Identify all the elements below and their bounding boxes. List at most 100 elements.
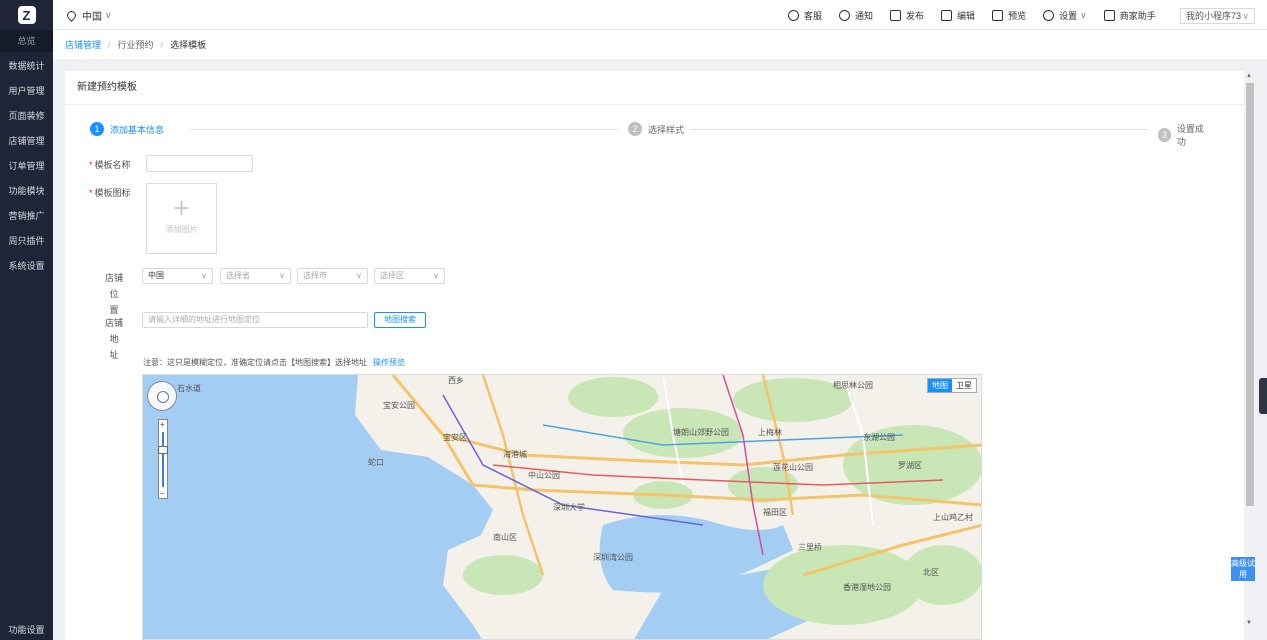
sidebar-item-plugins[interactable]: 周只插件 [0, 229, 53, 254]
svg-text:海港城: 海港城 [503, 449, 527, 459]
svg-text:宝安区: 宝安区 [443, 432, 467, 442]
sidebar-item-system[interactable]: 系统设置 [0, 254, 53, 279]
address-input[interactable]: 请输入详细的地址进行地图定位 [142, 312, 368, 328]
chevron-down-icon: ∨ [1080, 9, 1087, 20]
map-view[interactable]: 西乡 石水道 宝安公园 宝安区 海港城 中山公园 深圳大学 深圳湾公园 南山区 … [142, 374, 982, 640]
chevron-down-icon: ∨ [201, 271, 207, 280]
svg-text:蛇口: 蛇口 [368, 457, 384, 467]
svg-text:三里桥: 三里桥 [798, 542, 822, 552]
location-label: 中国 [82, 12, 102, 23]
nav-publish[interactable]: 发布 [890, 9, 924, 22]
map-pan-control[interactable] [147, 381, 177, 411]
location-selector[interactable]: 中国 ∨ [65, 8, 112, 23]
breadcrumb-store[interactable]: 店铺管理 [65, 38, 101, 51]
sidebar-item-store[interactable]: 店铺管理 [0, 129, 53, 154]
district-select[interactable]: 选择区 ∨ [374, 268, 445, 284]
nav-merchant-assistant[interactable]: 商家助手 [1103, 9, 1156, 22]
select-value: 选择省 [226, 271, 250, 280]
scroll-down-icon[interactable]: ▼ [1246, 620, 1252, 626]
sidebar-item-users[interactable]: 用户管理 [0, 79, 53, 104]
sidebar-item-data-stats[interactable]: 数据统计 [0, 54, 53, 79]
page-title: 新建预约模板 [65, 71, 1256, 105]
image-upload[interactable]: + 添加图片 [146, 183, 217, 254]
bell-icon [839, 9, 851, 21]
sidebar-function-settings[interactable]: 功能设置 [0, 623, 53, 636]
country-select[interactable]: 中国 ∨ [142, 268, 213, 284]
plus-icon: + [172, 196, 191, 221]
nav-preview[interactable]: 预览 [992, 9, 1026, 22]
nav-label: 商家助手 [1119, 10, 1156, 21]
template-icon-label: * 模板图标 [89, 186, 131, 199]
map-zoom-slider[interactable]: + − [158, 419, 168, 499]
side-feedback-tab[interactable] [1259, 378, 1267, 414]
nav-edit[interactable]: 编辑 [941, 9, 975, 22]
city-select[interactable]: 选择市 ∨ [297, 268, 368, 284]
zoom-knob[interactable] [158, 446, 168, 454]
sidebar-item-marketing[interactable]: 营销推广 [0, 204, 53, 229]
chevron-down-icon: ∨ [1242, 11, 1249, 21]
headset-icon [788, 9, 799, 21]
map-type-map[interactable]: 地图 [928, 379, 952, 392]
svg-text:深圳湾公园: 深圳湾公园 [593, 552, 633, 562]
sidebar-item-orders[interactable]: 订单管理 [0, 154, 53, 179]
miniapp-selector[interactable]: 我的小程序73 ∨ [1180, 8, 1255, 24]
province-select[interactable]: 选择省 ∨ [220, 268, 291, 284]
publish-icon [890, 9, 902, 21]
step-divider [190, 129, 618, 130]
template-name-input[interactable] [146, 155, 253, 172]
breadcrumb: 店铺管理 / 行业预约 / 选择模板 [53, 30, 1267, 59]
svg-text:东湖公园: 东湖公园 [863, 432, 895, 442]
breadcrumb-industry[interactable]: 行业预约 [118, 38, 154, 51]
zoom-out-icon[interactable]: − [160, 489, 165, 498]
label-text: 店铺地 [104, 318, 123, 344]
svg-text:上山鸡乙村: 上山鸡乙村 [933, 512, 973, 522]
upload-text: 添加图片 [165, 225, 198, 234]
step-divider [690, 129, 1148, 130]
svg-text:深圳大学: 深圳大学 [553, 502, 585, 512]
chevron-down-icon: ∨ [433, 271, 439, 280]
svg-text:莲花山公园: 莲花山公园 [773, 462, 813, 472]
scroll-up-icon[interactable]: ▲ [1246, 73, 1252, 79]
chevron-down-icon: ∨ [105, 10, 112, 20]
breadcrumb-separator: / [108, 39, 111, 50]
nav-settings[interactable]: 设置 ∨ [1043, 9, 1087, 22]
svg-text:宝安公园: 宝安公园 [383, 400, 415, 410]
note-text: 注意：这只是模糊定位，准确定位请点击【地图搜索】选择地址 [143, 358, 367, 367]
preview-link[interactable]: 操作预览 [373, 358, 405, 367]
scrollbar[interactable]: ▲ ▼ [1244, 71, 1256, 640]
step-3: 3 设置成功 [1158, 122, 1210, 148]
edit-icon [941, 9, 953, 21]
nav-label: 编辑 [957, 10, 976, 21]
breadcrumb-separator: / [160, 39, 164, 50]
app-logo[interactable]: Z [0, 0, 53, 30]
location-pin-icon [65, 9, 78, 22]
map-note: 注意：这只是模糊定位，准确定位请点击【地图搜索】选择地址 操作预览 [143, 357, 405, 368]
nav-customer-service[interactable]: 客服 [788, 9, 822, 22]
svg-text:相思林公园: 相思林公园 [833, 380, 873, 390]
advanced-trial-badge[interactable]: 高级试用 [1231, 557, 1255, 581]
svg-text:中山公园: 中山公园 [528, 470, 560, 480]
step-2: 2 选择样式 [628, 122, 684, 136]
play-icon [992, 9, 1004, 21]
step-number: 2 [628, 122, 642, 136]
qrcode-icon [1103, 9, 1115, 21]
gear-icon [1043, 9, 1055, 21]
nav-notifications[interactable]: 通知 [839, 9, 873, 22]
svg-text:上梅林: 上梅林 [758, 427, 782, 437]
chevron-down-icon: ∨ [356, 271, 362, 280]
select-value: 选择区 [380, 271, 404, 280]
zoom-in-icon[interactable]: + [160, 420, 165, 429]
map-type-toggle: 地图 卫星 [927, 378, 977, 393]
map-search-button[interactable]: 地图搜索 [374, 312, 426, 328]
top-nav: 客服 通知 发布 编辑 预览 设置 ∨ 商家助手 [788, 0, 1173, 30]
sidebar-item-page-design[interactable]: 页面装修 [0, 104, 53, 129]
scroll-thumb[interactable] [1246, 83, 1254, 506]
nav-label: 设置 [1059, 10, 1078, 21]
sidebar-home[interactable]: 总览 [0, 30, 53, 52]
map-type-satellite[interactable]: 卫星 [952, 379, 976, 392]
step-number: 1 [90, 122, 104, 136]
step-number: 3 [1158, 128, 1171, 142]
sidebar-item-modules[interactable]: 功能模块 [0, 179, 53, 204]
svg-text:福田区: 福田区 [763, 508, 787, 517]
chevron-down-icon: ∨ [279, 271, 285, 280]
